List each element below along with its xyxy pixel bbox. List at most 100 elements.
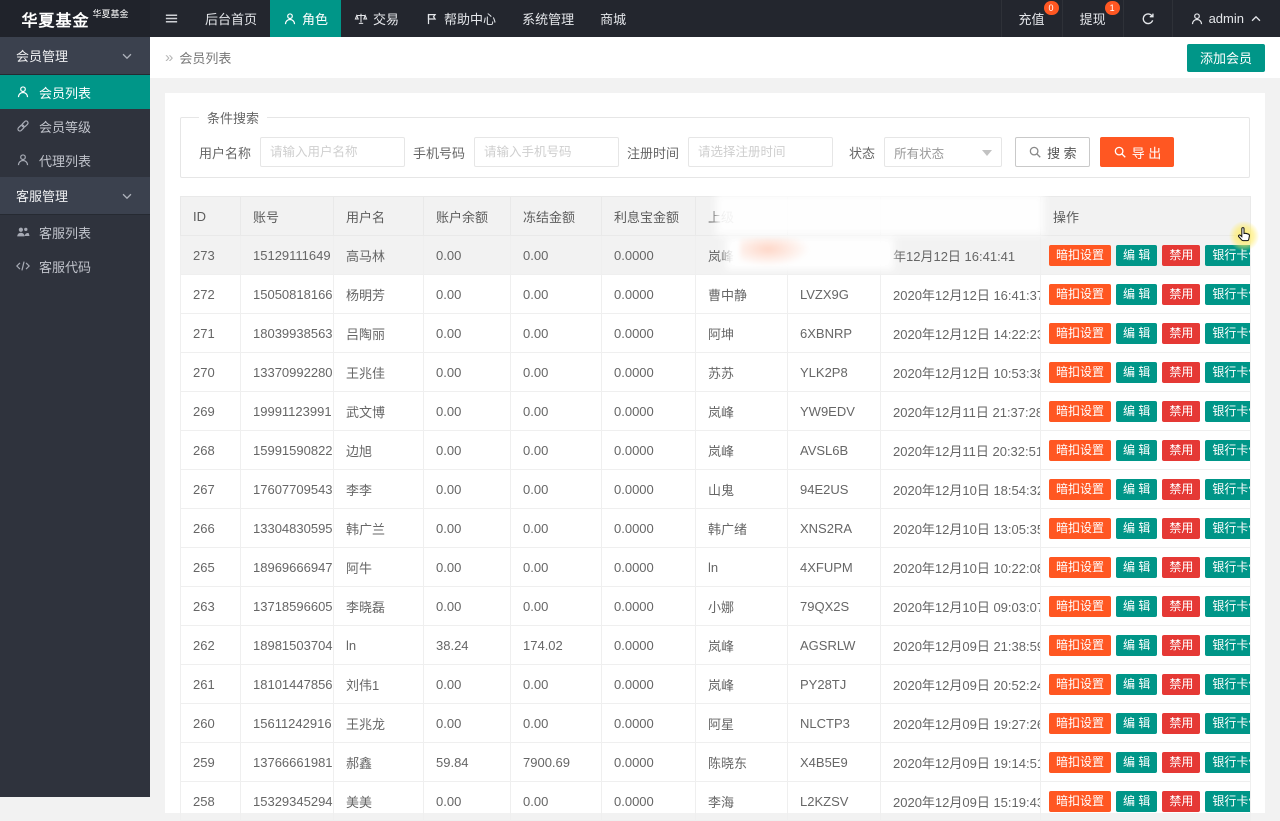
nav-item[interactable]: 帮助中心 (412, 0, 509, 37)
action-button-teal[interactable]: 编 辑 (1116, 322, 1158, 344)
action-button-orange[interactable]: 暗扣设置 (1049, 751, 1112, 773)
action-button-teal[interactable]: 银行卡信息 (1205, 595, 1250, 617)
action-button-red[interactable]: 禁用 (1162, 244, 1201, 266)
cell-actions: 暗扣设置编 辑禁用银行卡信息... (1040, 586, 1251, 626)
recharge-link[interactable]: 充值 0 (1000, 0, 1062, 37)
action-button-teal[interactable]: 银行卡信息 (1205, 673, 1250, 695)
action-button-red[interactable]: 禁用 (1162, 790, 1201, 812)
action-button-teal[interactable]: 银行卡信息 (1205, 361, 1250, 383)
sidebar-item[interactable]: 客服代码 (0, 249, 150, 283)
action-button-teal[interactable]: 银行卡信息 (1205, 283, 1250, 305)
action-button-teal[interactable]: 银行卡信息 (1205, 751, 1250, 773)
action-button-teal[interactable]: 编 辑 (1116, 634, 1158, 656)
cell-id: 262 (180, 625, 241, 665)
action-button-red[interactable]: 禁用 (1162, 673, 1201, 695)
nav-item[interactable]: 系统管理 (509, 0, 587, 37)
action-button-orange[interactable]: 暗扣设置 (1049, 673, 1112, 695)
content-card: 条件搜索 用户名称 手机号码 注册时间 状态 所有状态 搜 索 (165, 93, 1265, 821)
nav-item[interactable]: 交易 (341, 0, 412, 37)
action-button-teal[interactable]: 编 辑 (1116, 361, 1158, 383)
withdraw-badge: 1 (1104, 1, 1120, 15)
username-input[interactable] (260, 137, 406, 167)
regtime-input[interactable] (688, 137, 834, 167)
action-button-teal[interactable]: 编 辑 (1116, 595, 1158, 617)
action-button-teal[interactable]: 银行卡信息 (1205, 790, 1250, 812)
action-button-teal[interactable]: 银行卡信息 (1205, 244, 1250, 266)
nav-item[interactable]: 角色 (270, 0, 342, 37)
action-button-teal[interactable]: 编 辑 (1116, 556, 1158, 578)
action-button-teal[interactable]: 编 辑 (1116, 283, 1158, 305)
action-button-red[interactable]: 禁用 (1162, 556, 1201, 578)
action-button-teal[interactable]: 编 辑 (1116, 244, 1158, 266)
nav-item-label: 系统管理 (522, 12, 575, 27)
action-button-red[interactable]: 禁用 (1162, 322, 1201, 344)
sidebar-item[interactable]: 会员等级 (0, 109, 150, 143)
action-button-teal[interactable]: 编 辑 (1116, 790, 1158, 812)
action-button-red[interactable]: 禁用 (1162, 283, 1201, 305)
cell-actions: 暗扣设置编 辑禁用银行卡信息... (1040, 664, 1251, 704)
export-button[interactable]: 导 出 (1099, 137, 1175, 167)
action-button-red[interactable]: 禁用 (1162, 439, 1201, 461)
action-button-teal[interactable]: 银行卡信息 (1205, 517, 1250, 539)
search-button-label: 搜 索 (1047, 145, 1077, 161)
action-button-teal[interactable]: 编 辑 (1116, 712, 1158, 734)
status-select[interactable]: 所有状态 (884, 137, 1003, 167)
action-button-orange[interactable]: 暗扣设置 (1049, 439, 1112, 461)
cell-actions: 暗扣设置编 辑禁用银行卡信息... (1040, 703, 1251, 743)
search-button[interactable]: 搜 索 (1015, 137, 1090, 167)
nav-item[interactable]: 商城 (587, 0, 639, 37)
action-button-teal[interactable]: 银行卡信息 (1205, 634, 1250, 656)
action-button-orange[interactable]: 暗扣设置 (1049, 517, 1112, 539)
action-button-red[interactable]: 禁用 (1162, 634, 1201, 656)
action-button-red[interactable]: 禁用 (1162, 595, 1201, 617)
refresh-button[interactable] (1122, 0, 1172, 37)
action-button-red[interactable]: 禁用 (1162, 361, 1201, 383)
action-button-teal[interactable]: 银行卡信息 (1205, 439, 1250, 461)
action-button-red[interactable]: 禁用 (1162, 400, 1201, 422)
action-button-teal[interactable]: 银行卡信息 (1205, 322, 1250, 344)
action-button-orange[interactable]: 暗扣设置 (1049, 400, 1112, 422)
action-button-red[interactable]: 禁用 (1162, 517, 1201, 539)
action-button-orange[interactable]: 暗扣设置 (1049, 634, 1112, 656)
sidebar-group-header[interactable]: 客服管理 (0, 177, 150, 215)
action-button-teal[interactable]: 银行卡信息 (1205, 478, 1250, 500)
action-button-teal[interactable]: 编 辑 (1116, 478, 1158, 500)
action-button-teal[interactable]: 银行卡信息 (1205, 712, 1250, 734)
action-button-orange[interactable]: 暗扣设置 (1049, 478, 1112, 500)
sidebar-group-header[interactable]: 会员管理 (0, 37, 150, 75)
action-button-orange[interactable]: 暗扣设置 (1049, 712, 1112, 734)
cell-code: YW9EDV (787, 391, 881, 431)
sidebar-item-label: 客服列表 (39, 225, 92, 241)
action-button-teal[interactable]: 编 辑 (1116, 673, 1158, 695)
withdraw-label: 提现 (1079, 12, 1106, 27)
status-label: 状态 (849, 145, 876, 161)
action-button-teal[interactable]: 编 辑 (1116, 439, 1158, 461)
action-button-orange[interactable]: 暗扣设置 (1049, 790, 1112, 812)
action-button-red[interactable]: 禁用 (1162, 478, 1201, 500)
cell-code: PY28TJ (787, 664, 881, 704)
action-button-teal[interactable]: 编 辑 (1116, 517, 1158, 539)
action-button-red[interactable]: 禁用 (1162, 751, 1201, 773)
sidebar-item[interactable]: 会员列表 (0, 75, 150, 109)
sidebar-item[interactable]: 代理列表 (0, 143, 150, 177)
action-button-orange[interactable]: 暗扣设置 (1049, 361, 1112, 383)
hamburger-menu-icon[interactable] (150, 0, 192, 37)
action-button-orange[interactable]: 暗扣设置 (1049, 322, 1112, 344)
action-button-red[interactable]: 禁用 (1162, 712, 1201, 734)
action-button-orange[interactable]: 暗扣设置 (1049, 283, 1112, 305)
action-button-orange[interactable]: 暗扣设置 (1049, 244, 1112, 266)
action-button-orange[interactable]: 暗扣设置 (1049, 556, 1112, 578)
action-button-orange[interactable]: 暗扣设置 (1049, 595, 1112, 617)
brand-logo[interactable]: 华夏基金 华夏基金 (0, 0, 150, 37)
nav-item[interactable]: 后台首页 (192, 0, 270, 37)
action-button-teal[interactable]: 银行卡信息 (1205, 400, 1250, 422)
action-button-teal[interactable]: 编 辑 (1116, 751, 1158, 773)
cell-parent: 岚峰 (695, 625, 788, 665)
action-button-teal[interactable]: 银行卡信息 (1205, 556, 1250, 578)
user-menu[interactable]: admin (1171, 0, 1280, 37)
phone-input[interactable] (474, 137, 620, 167)
action-button-teal[interactable]: 编 辑 (1116, 400, 1158, 422)
withdraw-link[interactable]: 提现 1 (1061, 0, 1123, 37)
add-member-button[interactable]: 添加会员 (1186, 43, 1265, 72)
sidebar-item[interactable]: 客服列表 (0, 215, 150, 249)
